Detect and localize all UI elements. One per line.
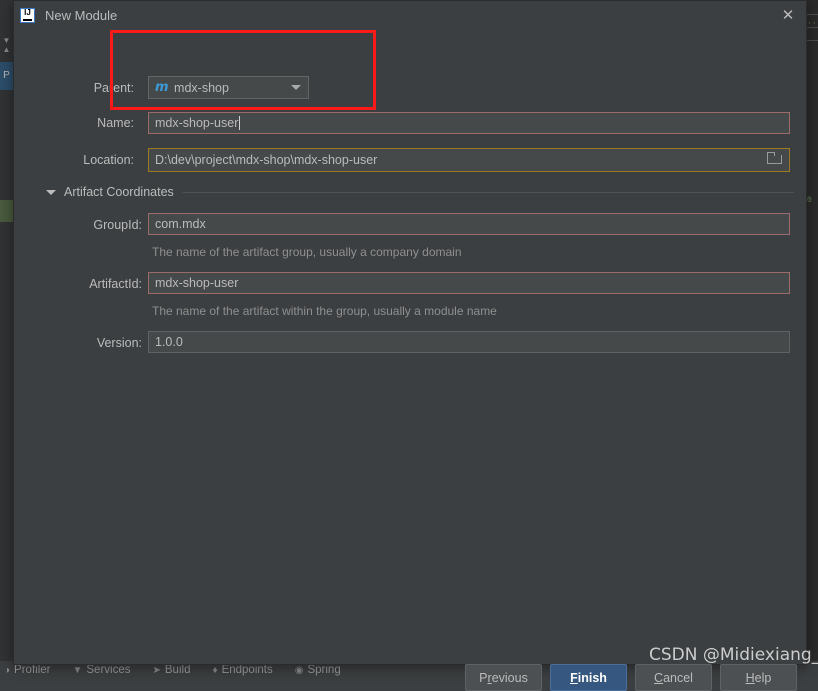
name-input-value: mdx-shop-user (155, 113, 238, 133)
ide-right-line (806, 40, 818, 41)
parent-value: mdx-shop (174, 81, 229, 95)
cancel-mnemonic: C (654, 671, 663, 685)
cancel-label-post: ancel (663, 671, 693, 685)
groupid-hint: The name of the artifact group, usually … (152, 245, 462, 259)
sidebar-item-project[interactable]: P (0, 62, 13, 90)
profiler-icon: ◑ (4, 665, 10, 676)
finish-mnemonic: F (570, 671, 578, 685)
finish-button[interactable]: Finish (550, 664, 627, 691)
ide-right-editor-strip (806, 0, 818, 660)
ide-left-strip-inner (0, 0, 13, 660)
artifactid-hint: The name of the artifact within the grou… (152, 304, 497, 318)
artifact-coordinates-section-header[interactable]: Artifact Coordinates (46, 185, 794, 199)
artifactid-label-wrap: ArtifactId: (14, 273, 142, 295)
groupid-input[interactable]: com.mdx (148, 213, 790, 235)
version-input-value: 1.0.0 (155, 332, 183, 352)
cancel-button[interactable]: Cancel (635, 664, 712, 691)
previous-label-post: evious (492, 671, 528, 685)
location-label: Location: (83, 153, 134, 167)
groupid-input-value: com.mdx (155, 214, 206, 234)
version-input[interactable]: 1.0.0 (148, 331, 790, 353)
chevron-down-icon[interactable] (291, 85, 301, 90)
ide-strip-marker (0, 200, 13, 222)
ide-right-line (806, 14, 818, 15)
intellij-idea-icon (20, 8, 35, 23)
name-label-wrap: Name: (14, 112, 134, 134)
help-mnemonic: H (746, 671, 755, 685)
name-input[interactable]: mdx-shop-user (148, 112, 790, 134)
folder-browse-icon[interactable] (767, 152, 782, 164)
dialog-button-bar: Previous Finish Cancel Help (14, 664, 808, 691)
scroll-arrows-icon[interactable]: ▼▲ (1, 36, 12, 54)
ide-right-code-fragment: ···· (807, 19, 818, 28)
artifactid-input[interactable]: mdx-shop-user (148, 272, 790, 294)
location-label-wrap: Location: (14, 149, 134, 171)
watermark: CSDN @Midiexiang_ (649, 645, 818, 665)
section-divider (183, 192, 794, 193)
maven-module-icon: m (155, 80, 168, 95)
groupid-label-wrap: GroupId: (14, 214, 142, 236)
previous-label-pre: P (479, 671, 487, 685)
version-label-wrap: Version: (14, 332, 142, 354)
groupid-label: GroupId: (93, 218, 142, 232)
parent-label-wrap: Parent: (14, 77, 134, 99)
new-module-dialog: New Module ✕ Parent: m mdx-shop Name: md… (13, 0, 807, 665)
finish-label-post: inish (578, 671, 607, 685)
dialog-title: New Module (45, 8, 117, 23)
parent-dropdown[interactable]: m mdx-shop (148, 76, 309, 99)
close-icon[interactable]: ✕ (780, 8, 796, 24)
text-caret (239, 116, 240, 130)
dialog-titlebar: New Module ✕ (14, 1, 806, 30)
version-label: Version: (97, 336, 142, 350)
previous-button[interactable]: Previous (465, 664, 542, 691)
parent-label: Parent: (94, 81, 134, 95)
help-button[interactable]: Help (720, 664, 797, 691)
location-input-value: D:\dev\project\mdx-shop\mdx-shop-user (155, 150, 377, 170)
help-label-post: elp (755, 671, 772, 685)
artifact-coordinates-label: Artifact Coordinates (64, 185, 174, 199)
artifactid-input-value: mdx-shop-user (155, 273, 238, 293)
triangle-down-icon[interactable] (46, 190, 56, 195)
location-input[interactable]: D:\dev\project\mdx-shop\mdx-shop-user (148, 148, 790, 172)
ide-right-code-fragment: 0 (807, 196, 812, 205)
artifactid-label: ArtifactId: (89, 277, 142, 291)
name-label: Name: (97, 116, 134, 130)
